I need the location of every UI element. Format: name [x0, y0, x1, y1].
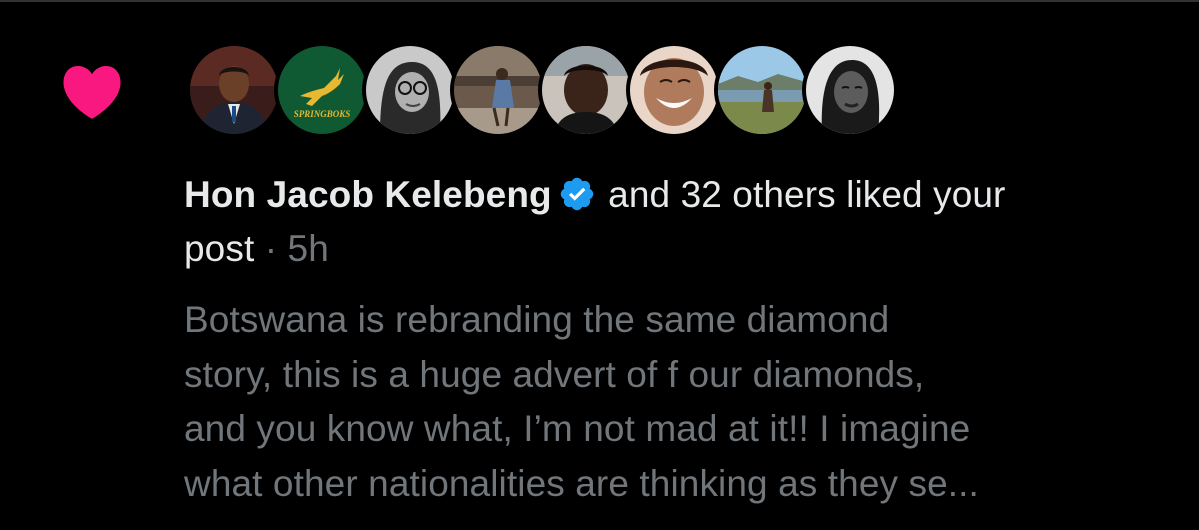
excerpt-line: what other nationalities are thinking as… — [184, 462, 979, 504]
timestamp[interactable]: 5h — [288, 228, 329, 269]
springboks-logo-text: SPRINGBOKS — [294, 109, 351, 119]
avatar-hon-jacob-kelebeng[interactable] — [186, 42, 282, 138]
post-excerpt[interactable]: Botswana is rebranding the same diamond … — [184, 293, 1184, 511]
notification-headline: Hon Jacob Kelebeng and 32 others liked y… — [184, 168, 1184, 276]
excerpt-line: Botswana is rebranding the same diamond — [184, 299, 890, 340]
excerpt-line: and you know what, I’m not mad at it!! I… — [184, 408, 971, 449]
avatar-row: SPRINGBOKS — [186, 42, 898, 138]
avatar-user-6[interactable] — [626, 42, 722, 138]
verified-badge-icon — [560, 177, 593, 211]
like-notification[interactable]: SPRINGBOKS Hon Jacob Kelebeng and 32 oth… — [0, 0, 1199, 530]
avatar-user-5[interactable] — [538, 42, 634, 138]
heart-icon — [63, 66, 121, 119]
avatar-user-8[interactable] — [802, 42, 898, 138]
avatar-user-3[interactable] — [362, 42, 458, 138]
avatar-user-7[interactable] — [714, 42, 810, 138]
author-name-link[interactable]: Hon Jacob Kelebeng — [184, 174, 552, 215]
avatar-springboks[interactable]: SPRINGBOKS — [274, 42, 370, 138]
avatar-user-4[interactable] — [450, 42, 546, 138]
action-text: and 32 others liked your — [608, 174, 1006, 215]
dot-separator: · — [264, 228, 278, 269]
excerpt-line: story, this is a huge advert of f our di… — [184, 353, 925, 395]
action-text-continued: post — [184, 228, 255, 269]
